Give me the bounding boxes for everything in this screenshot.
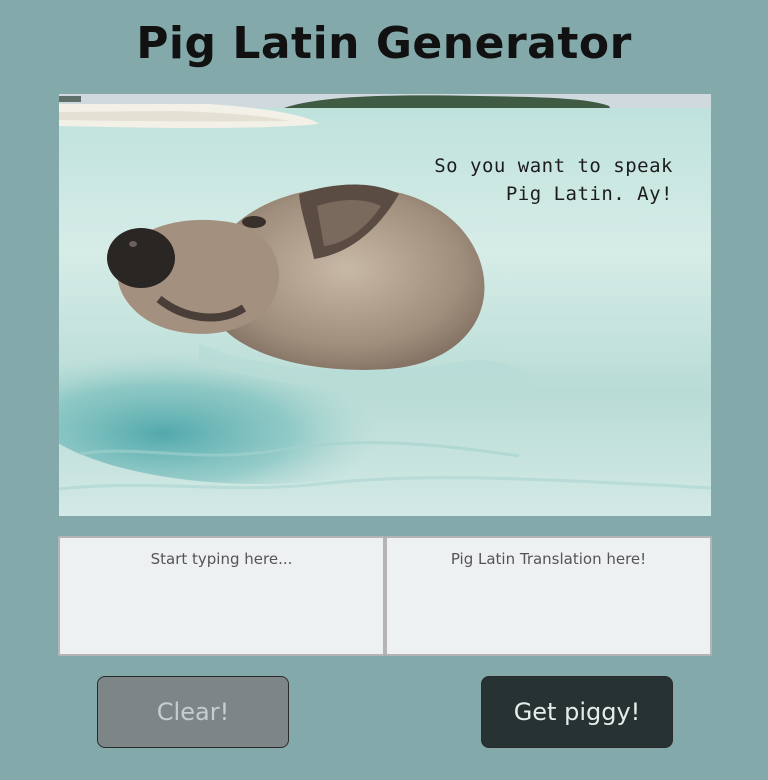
hero-caption: So you want to speak Pig Latin. Ay! (434, 152, 673, 208)
output-box (385, 536, 712, 656)
clear-button[interactable]: Clear! (97, 676, 289, 748)
pig-latin-output[interactable] (387, 538, 710, 654)
hero-caption-line2: Pig Latin. Ay! (505, 183, 673, 205)
input-box (58, 536, 385, 656)
hero-image: So you want to speak Pig Latin. Ay! (59, 94, 711, 516)
english-input[interactable] (60, 538, 383, 654)
hero-caption-line1: So you want to speak (434, 155, 673, 177)
page-title: Pig Latin Generator (136, 18, 632, 69)
get-piggy-button[interactable]: Get piggy! (481, 676, 673, 748)
